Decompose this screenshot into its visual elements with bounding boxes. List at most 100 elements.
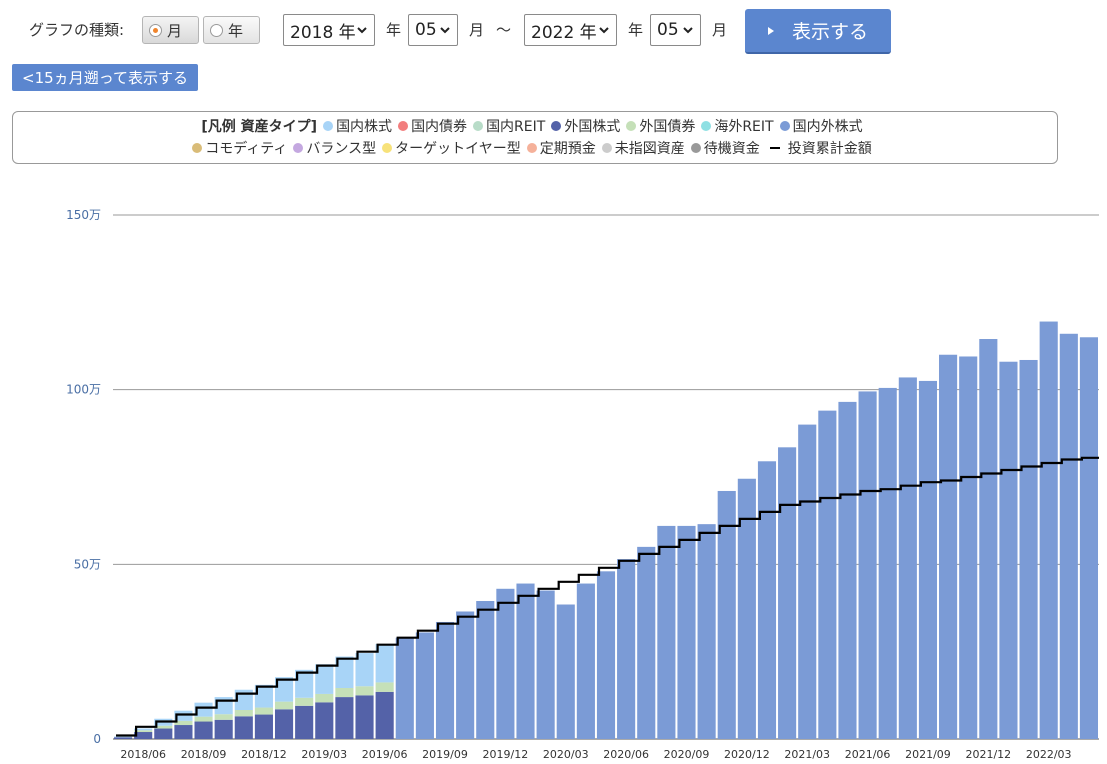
x-tick-label: 2020/06 [603,748,649,761]
bar-segment [234,710,253,717]
x-tick-label: 2019/03 [301,748,347,761]
bar-segment [114,737,133,739]
start-year-select[interactable]: 2018 年 [283,14,375,46]
bar-segment [315,693,334,703]
back-15-months-button[interactable]: <15ヵ月遡って表示する [12,64,198,91]
play-icon [767,26,774,35]
bar-segment [395,637,414,739]
bar-segment [335,697,354,739]
legend-dot-marker [192,143,203,153]
end-year-suffix: 年 [628,21,644,39]
legend-label: 定期預金 [539,141,596,157]
legend-item: 投資累計金額 [766,138,872,158]
legend-label: 国内債券 [411,119,468,135]
graph-type-label: グラフの種類: [29,21,125,39]
bar-segment [576,583,595,739]
legend-item: 外国債券 [626,116,695,136]
bar-segment [939,354,958,739]
end-year-select[interactable]: 2022 年 [524,14,617,46]
legend-label: 外国株式 [564,119,621,135]
legend-label: 外国債券 [639,119,696,135]
x-tick-label: 2022/03 [1026,748,1072,761]
bar-segment [234,716,253,739]
legend-dot-marker [398,121,409,131]
start-month-suffix: 月 [469,21,485,39]
legend-item: コモディティ [192,138,287,158]
x-tick-label: 2018/09 [181,748,227,761]
bar-segment [315,702,334,739]
bar-segment [657,525,676,739]
chevron-down-icon [440,27,450,34]
bar-segment [637,546,656,739]
bar-segment [798,424,817,739]
bar-segment [677,525,696,739]
x-tick-label: 2021/03 [784,748,830,761]
legend-dot-marker [551,121,562,131]
bar-segment [476,601,495,739]
legend-item: バランス型 [293,138,376,158]
asset-chart: 0 50万 100万 150万 2018/06 2018/09 2018/12 2019/03… [66,208,1099,761]
legend-dot-marker [626,121,637,131]
bar-segment [496,588,515,739]
bar-segment [737,478,756,739]
x-tick-label: 2020/12 [724,748,770,761]
radio-month-button[interactable]: 月 [142,16,199,44]
radio-year-button[interactable]: 年 [203,16,260,44]
legend-dot-marker [382,143,393,153]
bar-segment [274,709,294,739]
x-tick-label: 2019/09 [422,748,468,761]
legend-dot-marker [526,143,537,153]
bar-segment [194,716,213,722]
bar-segment [858,391,877,739]
bar-segment [778,447,797,739]
start-month-select[interactable]: 05 [408,14,458,46]
bar-segment [898,377,917,739]
legend-item: 国内REIT [473,116,545,136]
x-tick-label: 2019/06 [362,748,408,761]
bar-segment [114,736,133,738]
x-tick-label: 2020/09 [664,748,710,761]
y-tick-label: 150万 [66,208,101,222]
legend-item: ターゲットイヤー型 [382,138,521,158]
bar-segment [1039,321,1058,739]
legend-dot-marker [690,143,701,153]
legend-dot-marker [323,121,334,131]
legend-label: バランス型 [306,141,377,157]
legend-item: 未指図資産 [601,138,685,158]
radio-month-label: 月 [167,21,183,40]
chevron-down-icon [683,27,693,34]
range-tilde: ～ [496,21,512,39]
bar-segment [1019,359,1038,739]
bar-segment [355,686,374,696]
bar-segment [174,725,193,739]
bar-segment [435,621,455,739]
x-tick-label: 2021/06 [845,748,891,761]
bar-segment [818,410,837,739]
legend-label: 待機資金 [703,141,760,157]
legend-label: コモディティ [205,141,288,157]
radio-year-label: 年 [228,21,244,40]
bar-segment [214,714,233,720]
bar-segment [536,590,555,739]
end-month-suffix: 月 [712,21,728,39]
bar-segment [757,461,777,739]
legend-dot-marker [779,121,790,131]
show-button[interactable]: 表示する [745,9,891,54]
controls-bar: グラフの種類: 月 年 2018 年 年 05 月 ～ 2022 年 年 05 … [0,0,1107,60]
bar-segment [596,571,616,739]
legend-title: [凡例 資産タイプ] [201,119,318,135]
start-month-value: 05 [415,20,437,40]
legend-line-marker [769,147,780,149]
bar-segment [154,728,173,739]
x-tick-label: 2018/12 [241,748,287,761]
legend-item: 外国株式 [551,116,620,136]
start-year-suffix: 年 [386,21,402,39]
x-tick-label: 2018/06 [120,748,166,761]
bar-segment [838,401,857,739]
chevron-down-icon [599,27,609,34]
legend-item: 国内外株式 [779,116,863,136]
legend-item: 海外REIT [701,116,774,136]
y-tick-label: 50万 [74,557,101,571]
end-month-select[interactable]: 05 [650,14,701,46]
legend-row-1: [凡例 資産タイプ] 国内株式 国内債券 国内REIT 外国株式 外国債券 海外REIT 国… [13,116,1057,136]
